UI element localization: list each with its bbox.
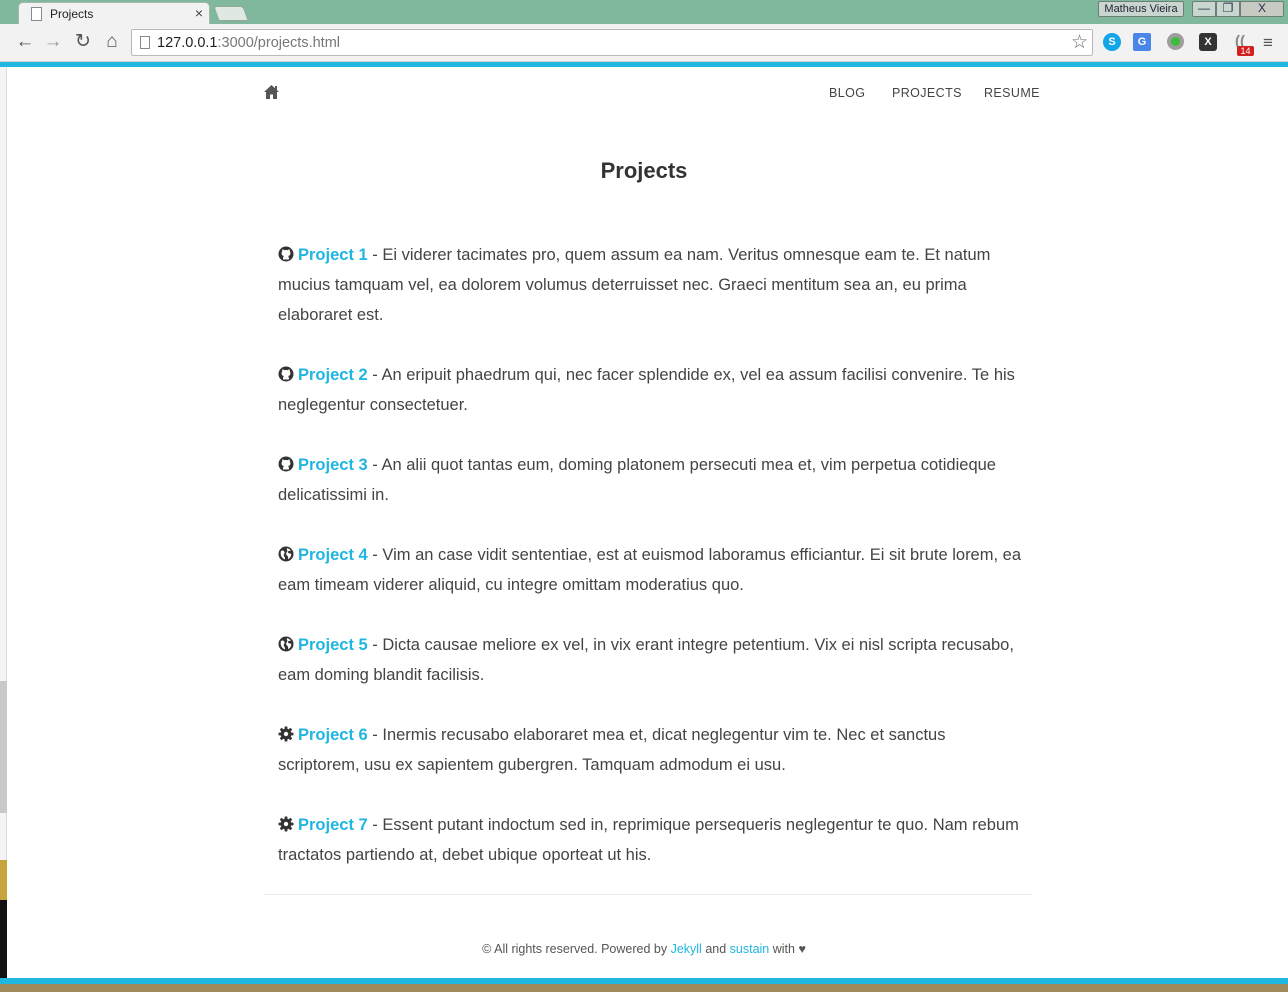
url-text[interactable]: 127.0.0.1:3000/projects.html xyxy=(157,35,340,51)
project-link[interactable]: Project 7 xyxy=(298,816,368,834)
project-link[interactable]: Project 5 xyxy=(298,636,368,654)
bookmark-star-icon[interactable]: ☆ xyxy=(1071,31,1088,54)
list-item: Project 1 - Ei viderer tacimates pro, qu… xyxy=(278,240,1028,330)
project-list: Project 1 - Ei viderer tacimates pro, qu… xyxy=(278,240,1028,900)
list-item: Project 3 - An alii quot tantas eum, dom… xyxy=(278,450,1028,510)
nav-resume[interactable]: RESUME xyxy=(984,86,1040,100)
address-bar[interactable]: 127.0.0.1:3000/projects.html ☆ xyxy=(131,29,1093,56)
profile-button[interactable]: Matheus Vieira xyxy=(1098,1,1184,17)
footer-text: with ♥ xyxy=(769,942,806,956)
tab-title: Projects xyxy=(50,7,94,21)
github-icon xyxy=(278,456,294,472)
list-item: Project 6 - Inermis recusabo elaboraret … xyxy=(278,720,1028,780)
jekyll-link[interactable]: Jekyll xyxy=(671,942,702,956)
x-extension-icon[interactable]: X xyxy=(1199,33,1217,51)
close-window-button[interactable]: X xyxy=(1240,1,1284,17)
extension-badge: 14 xyxy=(1237,46,1254,56)
project-description: - Dicta causae meliore ex vel, in vix er… xyxy=(278,636,1014,684)
project-link[interactable]: Project 1 xyxy=(298,246,368,264)
page-icon xyxy=(31,7,42,21)
os-taskbar xyxy=(0,984,1288,992)
footer-divider xyxy=(263,894,1033,895)
page-icon xyxy=(140,36,150,49)
translate-extension-icon[interactable]: G xyxy=(1133,33,1151,51)
project-description: - Essent putant indoctum sed in, reprimi… xyxy=(278,816,1019,864)
tab-close-icon[interactable]: × xyxy=(195,5,203,21)
top-accent-bar xyxy=(0,62,1288,67)
maximize-button[interactable]: ❐ xyxy=(1216,1,1240,17)
project-link[interactable]: Project 4 xyxy=(298,546,368,564)
home-button[interactable]: ⌂ xyxy=(101,30,123,54)
globe-icon xyxy=(278,636,294,652)
nav-projects[interactable]: PROJECTS xyxy=(892,86,962,100)
project-description: - Inermis recusabo elaboraret mea et, di… xyxy=(278,726,946,774)
new-tab-button[interactable] xyxy=(213,6,249,21)
project-description: - Ei viderer tacimates pro, quem assum e… xyxy=(278,246,991,324)
forward-button[interactable]: → xyxy=(42,30,64,54)
site-header: BLOG PROJECTS RESUME xyxy=(263,76,1039,112)
left-window-edge xyxy=(0,67,7,992)
list-item: Project 5 - Dicta causae meliore ex vel,… xyxy=(278,630,1028,690)
back-button[interactable]: ← xyxy=(14,30,36,54)
footer: © All rights reserved. Powered by Jekyll… xyxy=(0,942,1288,956)
list-item: Project 2 - An eripuit phaedrum qui, nec… xyxy=(278,360,1028,420)
globe-icon xyxy=(278,546,294,562)
background-window-strip xyxy=(0,860,7,900)
project-description: - An alii quot tantas eum, doming platon… xyxy=(278,456,996,504)
browser-titlebar: Projects × Matheus Vieira — ❐ X xyxy=(0,0,1288,26)
browser-tab-projects[interactable]: Projects × xyxy=(18,2,210,26)
list-item: Project 7 - Essent putant indoctum sed i… xyxy=(278,810,1028,870)
skype-extension-icon[interactable]: S xyxy=(1103,33,1121,51)
gear-icon xyxy=(278,726,294,742)
scrollbar-thumb[interactable] xyxy=(0,681,7,813)
browser-toolbar: ← → ↻ ⌂ 127.0.0.1:3000/projects.html ☆ S… xyxy=(0,24,1288,62)
github-icon xyxy=(278,246,294,262)
url-path: :3000/projects.html xyxy=(217,35,340,51)
gear-icon xyxy=(278,816,294,832)
browser-menu-icon[interactable]: ≡ xyxy=(1263,33,1273,53)
footer-text: © All rights reserved. Powered by xyxy=(482,942,671,956)
page-title: Projects xyxy=(600,158,688,183)
list-item: Project 4 - Vim an case vidit sententiae… xyxy=(278,540,1028,600)
reload-button[interactable]: ↻ xyxy=(72,30,94,54)
project-description: - An eripuit phaedrum qui, nec facer spl… xyxy=(278,366,1015,414)
home-icon[interactable] xyxy=(263,84,280,100)
url-host: 127.0.0.1 xyxy=(157,35,218,51)
github-icon xyxy=(278,366,294,382)
sustain-link[interactable]: sustain xyxy=(730,942,770,956)
project-link[interactable]: Project 6 xyxy=(298,726,368,744)
status-extension-icon[interactable] xyxy=(1167,33,1184,50)
footer-text: and xyxy=(701,942,730,956)
minimize-button[interactable]: — xyxy=(1192,1,1216,17)
nav-blog[interactable]: BLOG xyxy=(829,86,865,100)
project-link[interactable]: Project 2 xyxy=(298,366,368,384)
project-description: - Vim an case vidit sententiae, est at e… xyxy=(278,546,1021,594)
project-link[interactable]: Project 3 xyxy=(298,456,368,474)
